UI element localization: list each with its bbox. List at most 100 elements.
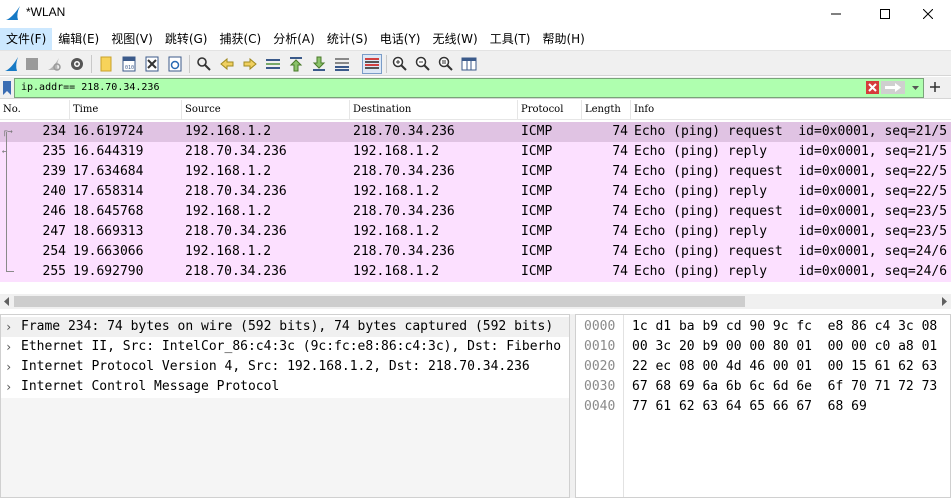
column-header-length[interactable]: Length bbox=[582, 100, 631, 120]
display-filter-input[interactable]: ip.addr== 218.70.34.236 bbox=[14, 78, 924, 98]
minimize-button[interactable] bbox=[813, 0, 859, 28]
find-packet-button[interactable] bbox=[194, 54, 214, 74]
colorize-icon bbox=[365, 58, 379, 69]
scroll-right-icon[interactable] bbox=[940, 297, 948, 306]
go-to-packet-button[interactable] bbox=[263, 54, 283, 74]
cell-length: 74 bbox=[612, 244, 628, 259]
column-header-source[interactable]: Source bbox=[182, 100, 350, 120]
cell-protocol: ICMP bbox=[521, 224, 553, 239]
last-packet-icon bbox=[312, 56, 326, 71]
cell-destination: 192.168.1.2 bbox=[353, 144, 440, 159]
reload-file-button[interactable] bbox=[165, 54, 185, 74]
packet-list-hscrollbar[interactable] bbox=[0, 294, 951, 309]
title-bar: *WLAN bbox=[0, 0, 951, 28]
menu-wireless[interactable]: 无线(W) bbox=[427, 28, 484, 50]
bytes-hex: 1c d1 ba b9 cd 90 9c fc e8 86 c4 3c 08 bbox=[632, 319, 938, 334]
menu-go[interactable]: 跳转(G) bbox=[159, 28, 214, 50]
detail-icmp[interactable]: › Internet Control Message Protocol bbox=[1, 377, 569, 397]
shark-fin-start-icon bbox=[5, 57, 18, 71]
maximize-button[interactable] bbox=[862, 0, 908, 28]
bytes-offset: 0020 bbox=[584, 359, 616, 374]
detail-ipv4[interactable]: › Internet Protocol Version 4, Src: 192.… bbox=[1, 357, 569, 377]
detail-frame[interactable]: › Frame 234: 74 bytes on wire (592 bits)… bbox=[1, 317, 569, 337]
last-packet-button[interactable] bbox=[309, 54, 329, 74]
cell-length: 74 bbox=[612, 204, 628, 219]
menu-analyze[interactable]: 分析(A) bbox=[267, 28, 321, 50]
menu-edit[interactable]: 编辑(E) bbox=[52, 28, 105, 50]
cell-info: Echo (ping) reply id=0x0001, seq=21/5 bbox=[634, 144, 948, 159]
menu-statistics[interactable]: 统计(S) bbox=[321, 28, 374, 50]
cell-destination: 218.70.34.236 bbox=[353, 164, 455, 179]
chevron-right-icon[interactable]: › bbox=[5, 357, 12, 377]
restart-capture-button[interactable] bbox=[44, 54, 64, 74]
open-file-button[interactable] bbox=[96, 54, 116, 74]
packet-row[interactable]: 255 19.692790 218.70.34.236 192.168.1.2 ICMP… bbox=[0, 262, 951, 282]
chevron-right-icon[interactable]: › bbox=[5, 317, 12, 337]
packet-row[interactable]: 254 19.663066 192.168.1.2 218.70.34.236 ICMP… bbox=[0, 242, 951, 262]
column-header-no[interactable]: No. bbox=[0, 100, 70, 120]
detail-ethernet[interactable]: › Ethernet II, Src: IntelCor_86:c4:3c (9… bbox=[1, 337, 569, 357]
cell-time: 16.619724 bbox=[73, 124, 144, 139]
close-button[interactable] bbox=[905, 0, 951, 28]
cell-no: 254 bbox=[42, 244, 66, 259]
menu-view[interactable]: 视图(V) bbox=[105, 28, 159, 50]
minimize-icon bbox=[831, 13, 841, 15]
detail-empty-area bbox=[1, 398, 569, 497]
chevron-right-icon[interactable]: › bbox=[5, 377, 12, 397]
cell-info: Echo (ping) reply id=0x0001, seq=23/5 bbox=[634, 224, 948, 239]
packet-row[interactable]: 240 17.658314 218.70.34.236 192.168.1.2 ICMP… bbox=[0, 182, 951, 202]
capture-options-button[interactable] bbox=[67, 54, 87, 74]
packet-row[interactable]: 246 18.645768 192.168.1.2 218.70.34.236 ICMP… bbox=[0, 202, 951, 222]
stop-capture-button[interactable] bbox=[22, 54, 42, 74]
restart-icon bbox=[48, 58, 61, 71]
cell-no: 240 bbox=[42, 184, 66, 199]
packet-row[interactable]: 247 18.669313 218.70.34.236 192.168.1.2 ICMP… bbox=[0, 222, 951, 242]
bookmark-icon[interactable] bbox=[3, 81, 11, 95]
resize-columns-button[interactable] bbox=[459, 54, 479, 74]
cell-time: 17.658314 bbox=[73, 184, 144, 199]
apply-filter-button[interactable] bbox=[881, 81, 905, 94]
menu-telephony[interactable]: 电话(Y) bbox=[374, 28, 427, 50]
cell-info: Echo (ping) request id=0x0001, seq=24/6 bbox=[634, 244, 948, 259]
menu-capture[interactable]: 捕获(C) bbox=[213, 28, 267, 50]
start-capture-button[interactable] bbox=[2, 54, 22, 74]
bytes-hex: 00 3c 20 b9 00 00 80 01 00 00 c0 a8 01 bbox=[632, 339, 938, 354]
scrollbar-thumb[interactable] bbox=[14, 296, 745, 307]
go-forward-button[interactable] bbox=[240, 54, 260, 74]
cell-time: 16.644319 bbox=[73, 144, 144, 159]
cell-source: 218.70.34.236 bbox=[185, 264, 287, 279]
cell-source: 192.168.1.2 bbox=[185, 204, 272, 219]
close-file-button[interactable] bbox=[142, 54, 162, 74]
colorize-button[interactable] bbox=[362, 54, 382, 74]
save-file-button[interactable]: 010 bbox=[119, 54, 139, 74]
clear-icon bbox=[868, 83, 877, 92]
cell-source: 192.168.1.2 bbox=[185, 244, 272, 259]
zoom-out-button[interactable] bbox=[413, 54, 433, 74]
packet-row[interactable]: 239 17.634684 192.168.1.2 218.70.34.236 ICMP… bbox=[0, 162, 951, 182]
packet-bytes-pane: 0000 1c d1 ba b9 cd 90 9c fc e8 86 c4 3c … bbox=[575, 314, 951, 498]
clear-filter-button[interactable] bbox=[866, 81, 879, 94]
go-to-packet-icon bbox=[266, 59, 280, 69]
column-header-info[interactable]: Info bbox=[631, 100, 951, 120]
first-packet-button[interactable] bbox=[286, 54, 306, 74]
filter-history-dropdown[interactable] bbox=[909, 81, 922, 94]
add-filter-button-button[interactable] bbox=[928, 80, 942, 94]
scroll-left-icon[interactable] bbox=[3, 297, 11, 306]
chevron-right-icon[interactable]: › bbox=[5, 337, 12, 357]
cell-protocol: ICMP bbox=[521, 244, 553, 259]
menu-file[interactable]: 文件(F) bbox=[0, 28, 53, 50]
column-header-destination[interactable]: Destination bbox=[350, 100, 518, 120]
packet-row[interactable]: 234 16.619724 192.168.1.2 218.70.34.236 ICMP… bbox=[0, 122, 951, 142]
column-header-protocol[interactable]: Protocol bbox=[518, 100, 582, 120]
zoom-in-button[interactable] bbox=[390, 54, 410, 74]
autoscroll-button[interactable] bbox=[332, 54, 352, 74]
packet-row[interactable]: 235 16.644319 218.70.34.236 192.168.1.2 ICMP… bbox=[0, 142, 951, 162]
go-back-button[interactable] bbox=[217, 54, 237, 74]
bytes-hex: 22 ec 08 00 4d 46 00 01 00 15 61 62 63 bbox=[632, 359, 938, 374]
menu-help[interactable]: 帮助(H) bbox=[536, 28, 590, 50]
cell-destination: 218.70.34.236 bbox=[353, 244, 455, 259]
column-header-time[interactable]: Time bbox=[70, 100, 182, 120]
cell-protocol: ICMP bbox=[521, 144, 553, 159]
menu-tools[interactable]: 工具(T) bbox=[484, 28, 537, 50]
normal-size-button[interactable] bbox=[436, 54, 456, 74]
